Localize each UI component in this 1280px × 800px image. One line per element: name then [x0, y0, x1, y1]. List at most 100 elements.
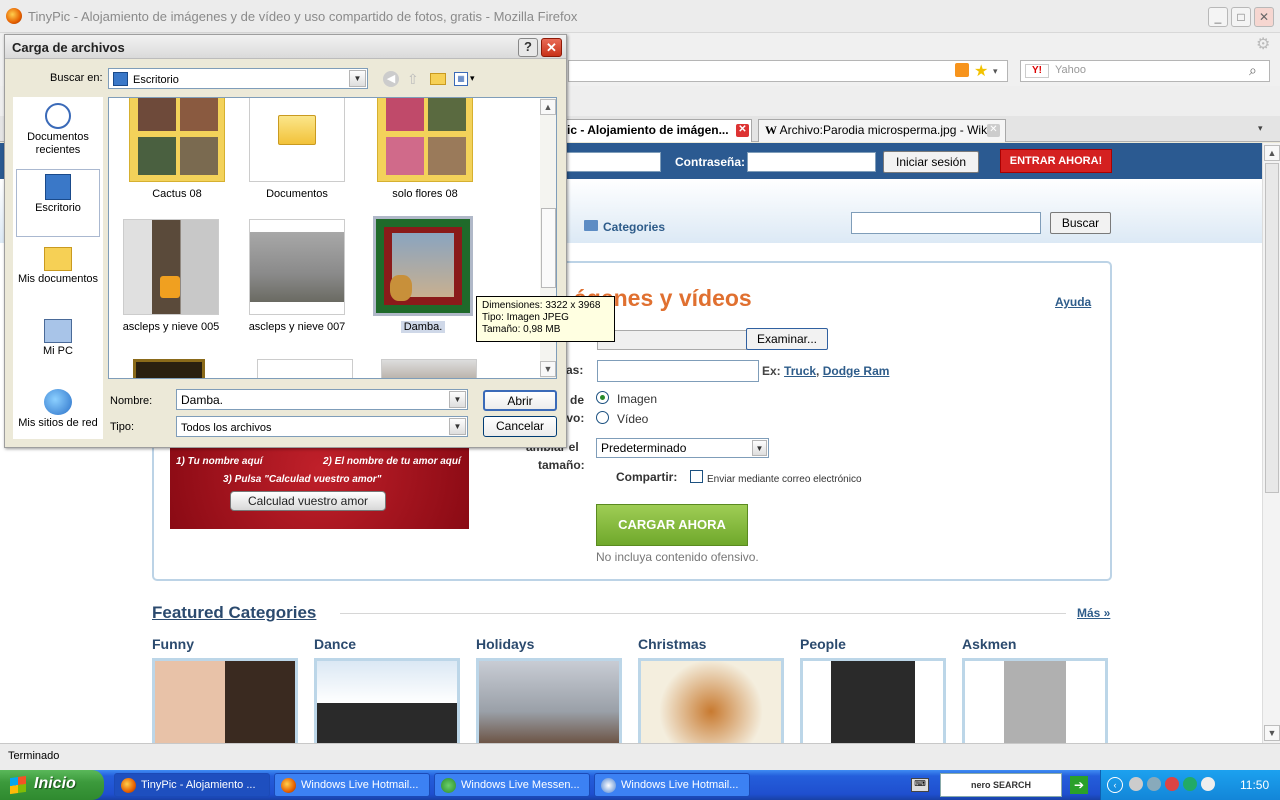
category-holidays[interactable]: Holidays — [476, 636, 534, 652]
tab-tinypic[interactable]: ic - Alojamiento de imágen... ✕ — [560, 119, 752, 142]
scroll-thumb[interactable] — [1265, 163, 1279, 493]
file-item[interactable]: Documentos — [237, 98, 357, 200]
file-item[interactable]: Cactus 08 — [117, 98, 237, 200]
share-email-checkbox[interactable] — [690, 470, 703, 483]
back-icon[interactable]: ◀ — [383, 71, 399, 87]
start-button[interactable]: Inicio — [0, 770, 104, 800]
category-christmas[interactable]: Christmas — [638, 636, 706, 652]
category-thumbnail[interactable] — [152, 658, 298, 743]
tray-icon[interactable] — [1201, 777, 1215, 791]
keyboard-icon[interactable]: ⌨ — [911, 778, 929, 792]
place-my-documents[interactable]: Mis documentos — [13, 243, 103, 286]
category-thumbnail[interactable] — [638, 658, 784, 743]
file-type-select[interactable]: Todos los archivos ▼ — [176, 416, 468, 437]
tray-icon[interactable] — [1183, 777, 1197, 791]
place-network[interactable]: Mis sitios de red — [13, 385, 103, 430]
scroll-down-icon[interactable]: ▼ — [1264, 725, 1280, 741]
more-categories-link[interactable]: Más » — [1077, 606, 1110, 620]
tab-list-icon[interactable]: ▾ — [1258, 123, 1263, 134]
place-desktop[interactable]: Escritorio — [16, 169, 100, 237]
category-thumbnail[interactable] — [314, 658, 460, 743]
task-tinypic[interactable]: TinyPic - Alojamiento ... — [114, 773, 270, 797]
scroll-thumb[interactable] — [541, 208, 556, 288]
featured-categories-title[interactable]: Featured Categories — [152, 603, 316, 623]
categories-link[interactable]: Categories — [603, 220, 665, 234]
radio-video[interactable] — [596, 411, 609, 424]
task-hotmail-1[interactable]: Windows Live Hotmail... — [274, 773, 430, 797]
radio-image[interactable] — [596, 391, 609, 404]
category-askmen[interactable]: Askmen — [962, 636, 1016, 652]
up-folder-icon[interactable]: ⇧ — [407, 71, 419, 88]
close-window-button[interactable]: ✕ — [1254, 7, 1274, 27]
scroll-up-icon[interactable]: ▲ — [540, 99, 556, 115]
tags-input[interactable] — [597, 360, 759, 382]
close-tab-icon[interactable]: ✕ — [736, 124, 749, 137]
yahoo-engine-icon[interactable]: Y! — [1025, 64, 1049, 78]
url-bar[interactable] — [568, 60, 1008, 82]
minimize-button[interactable]: _ — [1208, 7, 1228, 27]
chevron-down-icon[interactable]: ▼ — [449, 418, 466, 435]
task-messenger[interactable]: Windows Live Messen... — [434, 773, 590, 797]
rss-feed-icon[interactable] — [955, 63, 969, 77]
file-name-input[interactable]: Damba. ▼ — [176, 389, 468, 410]
new-folder-icon[interactable] — [430, 73, 446, 85]
enter-now-button[interactable]: ENTRAR AHORA! — [1000, 149, 1112, 173]
view-menu-icon[interactable]: ▦ — [454, 72, 468, 86]
file-thumbnail[interactable] — [133, 359, 205, 378]
login-button[interactable]: Iniciar sesión — [883, 151, 979, 173]
chevron-down-icon[interactable]: ▾ — [993, 66, 998, 77]
scroll-down-icon[interactable]: ▼ — [540, 361, 556, 377]
help-button[interactable]: ? — [518, 38, 538, 57]
upload-now-button[interactable]: CARGAR AHORA — [596, 504, 748, 546]
category-people[interactable]: People — [800, 636, 846, 652]
example-truck-link[interactable]: Truck — [784, 364, 816, 378]
tray-icon[interactable] — [1147, 777, 1161, 791]
help-link[interactable]: Ayuda — [1055, 295, 1091, 309]
go-arrow-icon[interactable]: ➔ — [1070, 776, 1088, 794]
search-icon[interactable]: ⌕ — [1249, 62, 1257, 79]
open-button[interactable]: Abrir — [483, 390, 557, 411]
place-recent[interactable]: Documentos recientes — [13, 99, 103, 157]
close-dialog-button[interactable]: ✕ — [541, 38, 562, 57]
password-input[interactable] — [747, 152, 876, 172]
cancel-button[interactable]: Cancelar — [483, 416, 557, 437]
look-in-select[interactable]: Escritorio ▼ — [108, 68, 368, 89]
site-search-input[interactable] — [851, 212, 1041, 234]
file-thumbnail[interactable] — [381, 359, 477, 378]
username-input[interactable] — [565, 152, 661, 172]
category-thumbnail[interactable] — [476, 658, 622, 743]
calculate-love-button[interactable]: Calculad vuestro amor — [230, 491, 386, 511]
tray-expand-icon[interactable]: ‹ — [1107, 777, 1123, 793]
file-item[interactable]: ascleps y nieve 007 — [237, 219, 357, 333]
nero-search-box[interactable]: nero SEARCH — [940, 773, 1062, 797]
search-bar[interactable]: Y! Yahoo ⌕ — [1020, 60, 1270, 82]
close-tab-icon[interactable]: ✕ — [987, 124, 1000, 137]
category-dance[interactable]: Dance — [314, 636, 356, 652]
page-scrollbar[interactable]: ▲ ▼ — [1262, 143, 1280, 743]
place-recent-label: Documentos recientes — [27, 131, 89, 156]
maximize-button[interactable]: □ — [1231, 7, 1251, 27]
category-thumbnail[interactable] — [962, 658, 1108, 743]
chevron-down-icon[interactable]: ▾ — [470, 73, 475, 84]
bookmark-star-icon[interactable]: ★ — [974, 61, 988, 81]
tray-icon[interactable] — [1129, 777, 1143, 791]
place-my-computer[interactable]: Mi PC — [13, 315, 103, 358]
site-search-button[interactable]: Buscar — [1050, 212, 1111, 234]
file-item[interactable]: asclеps y nieve 005 — [111, 219, 231, 333]
task-hotmail-2[interactable]: Windows Live Hotmail... — [594, 773, 750, 797]
resize-select[interactable]: Predeterminado ▼ — [596, 438, 769, 458]
tray-icon[interactable] — [1165, 777, 1179, 791]
category-funny[interactable]: Funny — [152, 636, 194, 652]
chevron-down-icon[interactable]: ▼ — [752, 440, 767, 456]
category-thumbnail[interactable] — [800, 658, 946, 743]
chevron-down-icon[interactable]: ▼ — [449, 391, 466, 408]
file-path-input[interactable] — [597, 330, 747, 350]
chevron-down-icon[interactable]: ▼ — [349, 70, 366, 87]
file-thumbnail[interactable] — [257, 359, 353, 378]
example-dodge-link[interactable]: Dodge Ram — [823, 364, 890, 378]
file-item-selected[interactable]: Damba. — [363, 216, 483, 333]
tab-wikipedia[interactable]: W Archivo:Parodia microsperma.jpg - Wiki… — [758, 119, 1006, 142]
scroll-up-icon[interactable]: ▲ — [1264, 145, 1280, 161]
browse-button[interactable]: Examinar... — [746, 328, 828, 350]
file-item[interactable]: solo flores 08 — [365, 98, 485, 200]
